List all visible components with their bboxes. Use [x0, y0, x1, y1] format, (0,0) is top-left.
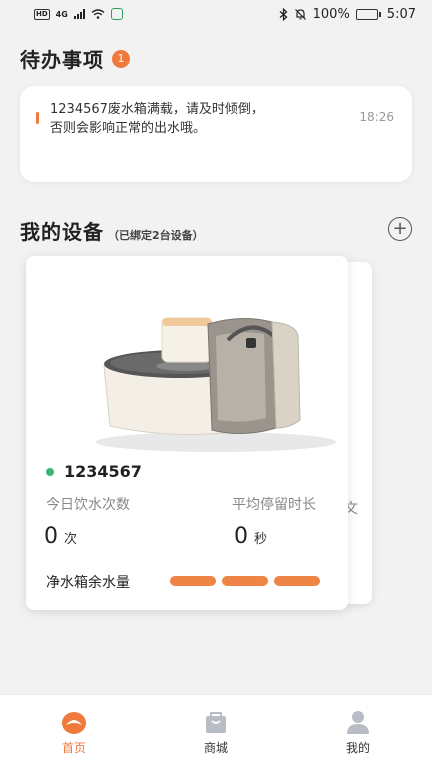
app-notification-icon — [110, 8, 123, 20]
devices-header: 我的设备 （已绑定2台设备） — [20, 216, 204, 245]
todo-count-badge: 1 — [112, 49, 130, 68]
water-level-segment — [170, 576, 216, 586]
battery-icon — [355, 8, 381, 20]
plus-icon: + — [392, 218, 408, 239]
device-name-row: 1234567 — [46, 462, 142, 481]
todo-title: 待办事项 — [20, 48, 104, 72]
water-level-label: 净水箱余水量 — [46, 575, 130, 591]
add-device-button[interactable]: + — [388, 217, 412, 241]
todo-message-line1: 1234567废水箱满载，请及时倾倒， — [50, 102, 264, 117]
devices-subtitle: （已绑定2台设备） — [108, 229, 204, 242]
avg-stay: 0 秒 — [234, 524, 267, 549]
todo-header: 待办事项 1 — [20, 44, 130, 73]
tab-mine[interactable]: 我的 — [328, 709, 388, 756]
todo-accent-bar — [36, 112, 39, 124]
battery-percent: 100% — [312, 6, 350, 22]
todo-message-line2: 否则会影响正常的出水哦。 — [50, 121, 207, 136]
avg-stay-unit: 秒 — [254, 532, 268, 547]
tab-shop[interactable]: 商城 — [186, 709, 246, 756]
drink-count-unit: 次 — [64, 532, 78, 547]
user-icon — [347, 711, 369, 734]
bluetooth-icon — [279, 7, 288, 21]
hd-icon: HD — [34, 8, 50, 20]
drink-count-value: 0 — [44, 524, 58, 549]
status-right: 100% 5:07 — [279, 7, 416, 22]
todo-card[interactable]: 1234567废水箱满载，请及时倾倒， 否则会影响正常的出水哦。 18:26 — [20, 86, 412, 182]
network-type: 4G — [55, 9, 68, 19]
shopping-bag-icon — [206, 712, 226, 733]
avg-stay-label: 平均停留时长 — [232, 497, 316, 513]
device-card[interactable]: 1234567 今日饮水次数 平均停留时长 0 次 0 秒 净水箱余水量 — [26, 256, 348, 610]
wifi-icon — [91, 9, 105, 19]
online-status-dot — [46, 467, 54, 476]
device-name: 1234567 — [64, 462, 142, 481]
signal-icon — [73, 9, 85, 19]
water-level-segment — [222, 576, 268, 586]
mute-bell-icon — [294, 8, 306, 20]
status-bar: HD 4G 100% 5:07 — [0, 0, 432, 28]
avg-stay-value: 0 — [234, 524, 248, 549]
tab-mine-label: 我的 — [345, 741, 370, 755]
status-left: HD 4G — [34, 8, 123, 20]
todo-time: 18:26 — [359, 110, 394, 124]
drink-count-label: 今日饮水次数 — [46, 497, 130, 513]
tab-shop-label: 商城 — [203, 741, 228, 755]
water-fountain-image — [96, 317, 336, 452]
tab-home[interactable]: 首页 — [44, 709, 104, 756]
clock: 5:07 — [386, 6, 416, 22]
water-level-segment — [274, 576, 320, 586]
bottom-tab-bar: 首页 商城 我的 — [0, 694, 432, 768]
devices-title: 我的设备 — [20, 220, 104, 244]
tab-home-label: 首页 — [61, 741, 86, 755]
todo-message: 1234567废水箱满载，请及时倾倒， 否则会影响正常的出水哦。 — [50, 100, 330, 138]
home-icon — [62, 712, 86, 734]
drink-count: 0 次 — [44, 524, 77, 549]
